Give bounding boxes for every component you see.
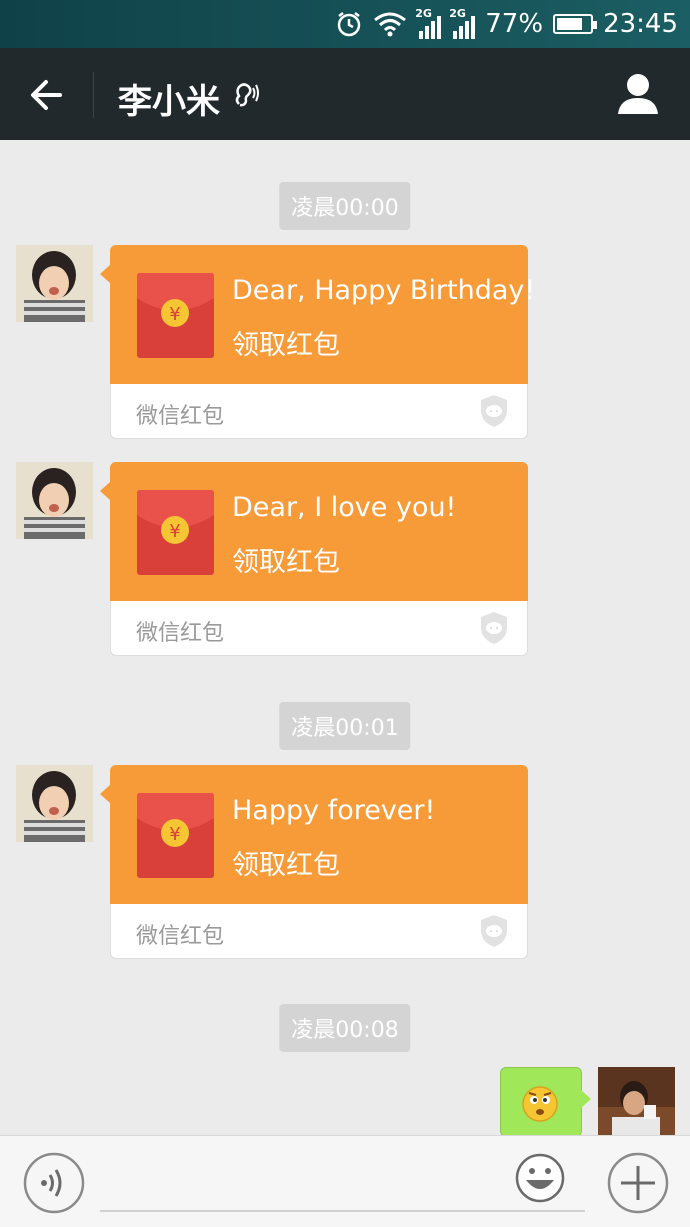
red-packet-message: Dear, Happy Birthday!: [232, 275, 536, 306]
red-packet-card[interactable]: ¥ Dear, Happy Birthday! 领取红包 微信红包: [100, 245, 535, 439]
message-input[interactable]: [100, 1154, 585, 1212]
more-button[interactable]: [607, 1152, 669, 1214]
battery-percent: 77%: [485, 9, 544, 39]
red-packet-brand: 微信红包: [136, 924, 225, 949]
back-arrow-icon: [31, 80, 62, 110]
red-packet-action: 领取红包: [232, 850, 340, 881]
chat-area[interactable]: 凌晨00:00 ¥ Dear, Happy Birthday! 领取红包 微信红…: [0, 140, 690, 1135]
status-bar: 2G 2G 77% 23:45: [0, 0, 690, 48]
profile-button[interactable]: [616, 72, 660, 116]
red-envelope-icon: ¥: [137, 273, 214, 358]
smiley-icon: [515, 1153, 565, 1203]
svg-text:¥: ¥: [169, 824, 180, 845]
svg-text:¥: ¥: [169, 304, 180, 325]
alarm-icon: [335, 10, 363, 38]
plus-icon: [607, 1152, 669, 1214]
signal-icon-2: 2G: [449, 7, 476, 39]
clock: 23:45: [603, 9, 678, 39]
my-message-bubble[interactable]: [500, 1067, 591, 1135]
shield-icon: [481, 612, 507, 644]
shield-icon: [481, 395, 507, 427]
red-packet-body: ¥ Happy forever! 领取红包: [100, 765, 528, 904]
red-packet-body: ¥ Dear, I love you! 领取红包: [100, 462, 528, 601]
red-packet-brand: 微信红包: [136, 404, 225, 429]
timestamp: 凌晨00:08: [279, 1004, 411, 1052]
red-packet-body: ¥ Dear, Happy Birthday! 领取红包: [100, 245, 535, 384]
shield-icon: [481, 915, 507, 947]
avatar[interactable]: [16, 765, 93, 842]
red-packet-footer: 微信红包: [110, 384, 528, 439]
back-button[interactable]: [22, 70, 72, 120]
input-bar: [0, 1135, 690, 1227]
avatar[interactable]: [16, 462, 93, 539]
red-packet-message: Dear, I love you!: [232, 492, 457, 523]
red-packet-action: 领取红包: [232, 330, 340, 361]
chat-header: 李小米: [0, 48, 690, 140]
profile-icon: [618, 74, 658, 114]
emoji-button[interactable]: [515, 1152, 565, 1204]
timestamp: 凌晨00:01: [279, 702, 411, 750]
emoji-icon: [522, 1086, 558, 1122]
red-packet-action: 领取红包: [232, 547, 340, 578]
signal-icon: 2G: [415, 7, 442, 39]
red-packet-brand: 微信红包: [136, 621, 225, 646]
title-divider: [93, 72, 94, 118]
ear-icon: [230, 80, 260, 110]
chat-title: 李小米: [118, 82, 220, 122]
wifi-icon: [373, 10, 407, 38]
svg-text:¥: ¥: [169, 521, 180, 542]
red-packet-message: Happy forever!: [232, 795, 436, 826]
avatar[interactable]: [16, 245, 93, 322]
red-envelope-icon: ¥: [137, 490, 214, 575]
voice-button[interactable]: [23, 1152, 85, 1214]
red-packet-footer: 微信红包: [110, 904, 528, 959]
timestamp: 凌晨00:00: [279, 182, 411, 230]
red-packet-card[interactable]: ¥ Happy forever! 领取红包 微信红包: [100, 765, 528, 959]
voice-icon: [23, 1152, 85, 1214]
my-avatar[interactable]: [598, 1067, 675, 1135]
red-packet-card[interactable]: ¥ Dear, I love you! 领取红包 微信红包: [100, 462, 528, 656]
battery-fill: [557, 18, 583, 30]
network-type-label-2: 2G: [449, 7, 466, 20]
red-packet-footer: 微信红包: [110, 601, 528, 656]
battery-icon: [553, 14, 598, 34]
red-envelope-icon: ¥: [137, 793, 214, 878]
network-type-label: 2G: [415, 7, 432, 20]
